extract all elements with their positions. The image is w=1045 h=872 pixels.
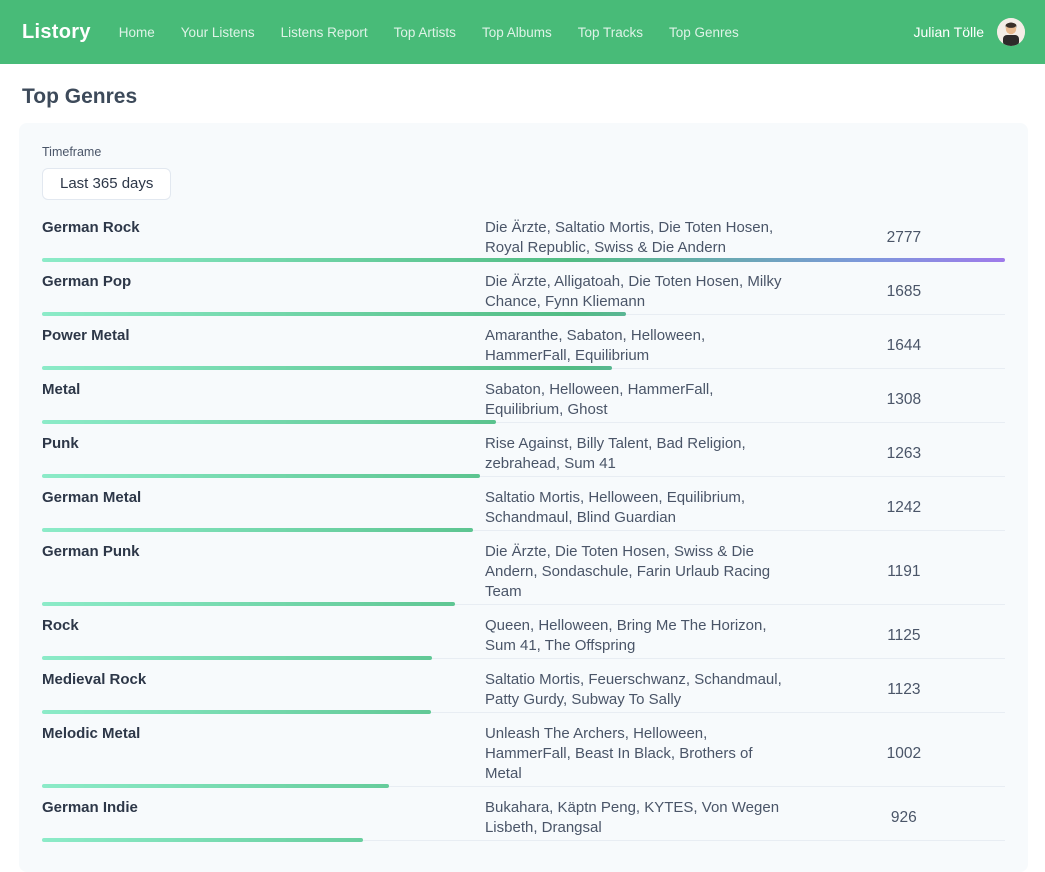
genre-count: 2777 xyxy=(803,229,1005,247)
app-logo[interactable]: Listory xyxy=(22,21,91,44)
genre-artists: Die Ärzte, Die Toten Hosen, Swiss & Die … xyxy=(485,542,803,602)
genre-row: German Metal Saltatio Mortis, Helloween,… xyxy=(42,478,1005,532)
genre-name: German Pop xyxy=(42,272,485,292)
nav-item-your-listens[interactable]: Your Listens xyxy=(181,25,255,40)
genre-table: German Rock Die Ärzte, Saltatio Mortis, … xyxy=(42,208,1005,842)
genre-count: 1242 xyxy=(803,499,1005,517)
genre-name: German Rock xyxy=(42,218,485,238)
nav-item-top-albums[interactable]: Top Albums xyxy=(482,25,552,40)
genre-artists: Saltatio Mortis, Feuerschwanz, Schandmau… xyxy=(485,670,803,710)
timeframe-select[interactable]: Last 365 days xyxy=(42,168,171,200)
genre-bar-fill xyxy=(42,420,496,424)
main-content: Top Genres Timeframe Last 365 days Germa… xyxy=(0,85,1045,872)
genre-row: Medieval Rock Saltatio Mortis, Feuerschw… xyxy=(42,660,1005,714)
genre-count: 1263 xyxy=(803,445,1005,463)
genre-row: German Indie Bukahara, Käptn Peng, KYTES… xyxy=(42,788,1005,842)
genre-bar-fill xyxy=(42,838,363,842)
genre-count: 1125 xyxy=(803,627,1005,645)
genre-bar xyxy=(42,710,1005,714)
nav-item-top-genres[interactable]: Top Genres xyxy=(669,25,739,40)
genre-name: Melodic Metal xyxy=(42,724,485,744)
genre-name: Medieval Rock xyxy=(42,670,485,690)
app-header: Listory Home Your Listens Listens Report To… xyxy=(0,0,1045,64)
genre-count: 926 xyxy=(803,809,1005,827)
genre-row: Punk Rise Against, Billy Talent, Bad Rel… xyxy=(42,424,1005,478)
genre-count: 1002 xyxy=(803,745,1005,763)
genre-name: Metal xyxy=(42,380,485,400)
genre-count: 1123 xyxy=(803,681,1005,699)
genre-bar xyxy=(42,528,1005,532)
genre-bar xyxy=(42,602,1005,606)
genre-bar-fill xyxy=(42,710,431,714)
user-name: Julian Tölle xyxy=(913,24,984,40)
user-avatar-icon[interactable] xyxy=(997,18,1025,46)
genre-artists: Die Ärzte, Saltatio Mortis, Die Toten Ho… xyxy=(485,218,803,258)
genre-bar-fill xyxy=(42,312,626,316)
genre-name: German Metal xyxy=(42,488,485,508)
genre-artists: Amaranthe, Sabaton, Helloween, HammerFal… xyxy=(485,326,803,366)
genre-bar-fill xyxy=(42,528,473,532)
genre-bar xyxy=(42,474,1005,478)
genre-bar xyxy=(42,656,1005,660)
main-nav: Home Your Listens Listens Report Top Artist… xyxy=(119,25,886,40)
genre-row: German Rock Die Ärzte, Saltatio Mortis, … xyxy=(42,208,1005,262)
genre-count: 1644 xyxy=(803,337,1005,355)
genre-bar xyxy=(42,366,1005,370)
genre-artists: Die Ärzte, Alligatoah, Die Toten Hosen, … xyxy=(485,272,803,312)
genre-bar-fill xyxy=(42,474,480,478)
genre-count: 1685 xyxy=(803,283,1005,301)
user-box[interactable]: Julian Tölle xyxy=(913,18,1025,46)
genre-bar xyxy=(42,420,1005,424)
genre-bar xyxy=(42,838,1005,842)
nav-item-top-tracks[interactable]: Top Tracks xyxy=(578,25,643,40)
genre-artists: Sabaton, Helloween, HammerFall, Equilibr… xyxy=(485,380,803,420)
genre-artists: Rise Against, Billy Talent, Bad Religion… xyxy=(485,434,803,474)
genre-row: German Pop Die Ärzte, Alligatoah, Die To… xyxy=(42,262,1005,316)
genre-row: Power Metal Amaranthe, Sabaton, Hellowee… xyxy=(42,316,1005,370)
genre-artists: Unleash The Archers, Helloween, HammerFa… xyxy=(485,724,803,784)
genre-count: 1191 xyxy=(803,563,1005,581)
genre-name: German Punk xyxy=(42,542,485,562)
genre-bar-fill xyxy=(42,784,389,788)
nav-item-listens-report[interactable]: Listens Report xyxy=(281,25,368,40)
genre-name: Power Metal xyxy=(42,326,485,346)
nav-item-top-artists[interactable]: Top Artists xyxy=(394,25,456,40)
genre-row: German Punk Die Ärzte, Die Toten Hosen, … xyxy=(42,532,1005,606)
genre-bar-fill xyxy=(42,656,432,660)
genre-bar-fill xyxy=(42,602,455,606)
timeframe-label: Timeframe xyxy=(42,144,1005,160)
genre-count: 1308 xyxy=(803,391,1005,409)
genre-artists: Queen, Helloween, Bring Me The Horizon, … xyxy=(485,616,803,656)
genre-name: Rock xyxy=(42,616,485,636)
genre-bar xyxy=(42,784,1005,788)
genre-name: Punk xyxy=(42,434,485,454)
genre-row: Metal Sabaton, Helloween, HammerFall, Eq… xyxy=(42,370,1005,424)
genre-bar-fill xyxy=(42,366,612,370)
genre-artists: Saltatio Mortis, Helloween, Equilibrium,… xyxy=(485,488,803,528)
page-title: Top Genres xyxy=(22,85,1045,109)
genre-artists: Bukahara, Käptn Peng, KYTES, Von Wegen L… xyxy=(485,798,803,838)
genre-row: Melodic Metal Unleash The Archers, Hello… xyxy=(42,714,1005,788)
genre-bar xyxy=(42,312,1005,316)
genre-bar-fill xyxy=(42,258,1005,262)
top-genres-card: Timeframe Last 365 days German Rock Die … xyxy=(19,123,1028,872)
genre-bar xyxy=(42,258,1005,262)
genre-name: German Indie xyxy=(42,798,485,818)
nav-item-home[interactable]: Home xyxy=(119,25,155,40)
genre-row: Rock Queen, Helloween, Bring Me The Hori… xyxy=(42,606,1005,660)
